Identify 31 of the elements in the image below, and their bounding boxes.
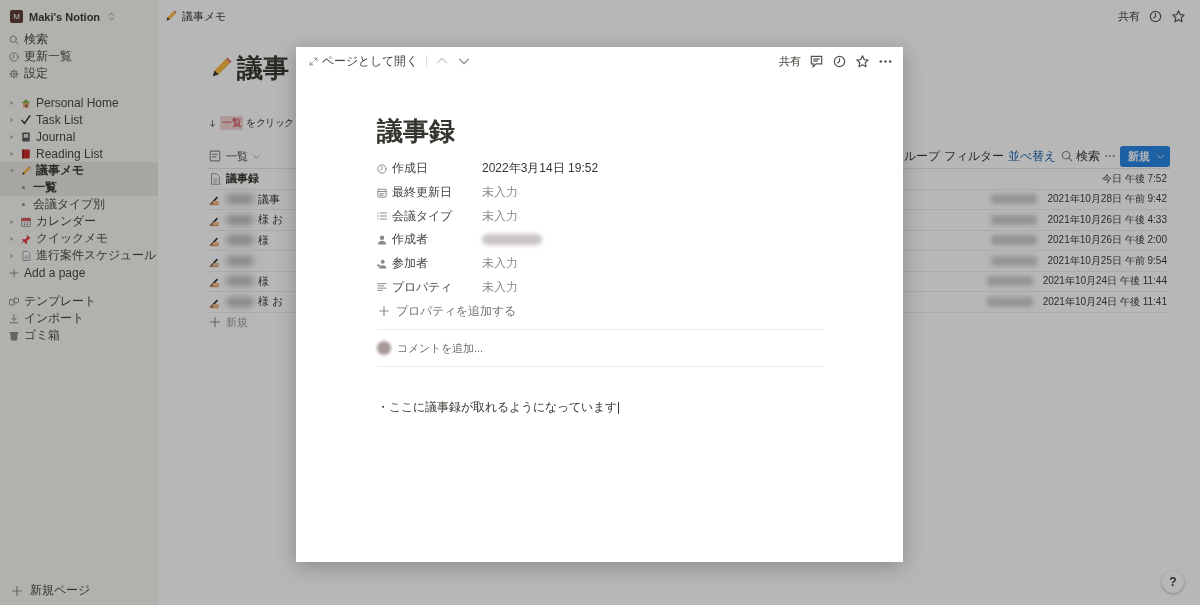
date-cell: 2021年10月28日 午前 9:42 [1047,192,1167,207]
workspace-avatar: M [10,10,23,23]
sidebar-item-label: 更新一覧 [24,48,72,65]
date-cell: 2021年10月26日 午後 4:33 [1047,212,1167,227]
date-cell: 2021年10月24日 午後 11:44 [1042,274,1167,289]
new-page-label: 新規ページ [30,582,90,599]
sidebar-subpage-label: 会議タイプ別 [33,196,105,213]
sidebar-item-label: ゴミ箱 [24,327,60,344]
page-title: 議事 [237,51,289,85]
date-cell: 2021年10月24日 午後 11:41 [1042,294,1167,309]
inline-tag: 一覧 [220,116,243,130]
date-cell: 2021年10月26日 午後 2:00 [1047,233,1167,248]
sidebar-page-label: カレンダー [36,213,96,230]
sidebar-item-label: 検索 [24,31,48,48]
sidebar-page-label: Personal Home [36,95,119,110]
date-cell: 今日 午後 7:52 [1101,171,1167,186]
sidebar-subpage-label: 一覧 [33,179,57,196]
sidebar-page-label: Journal [36,129,76,144]
sidebar-page-label: クイックメモ [36,230,108,247]
date-cell: 2021年10月25日 午前 9:54 [1047,253,1167,268]
sidebar-item-label: テンプレート [24,293,96,310]
sidebar-item-label: 設定 [24,65,48,82]
sidebar-page-label: 議事メモ [36,162,84,179]
breadcrumb-label: 議事メモ [182,8,226,24]
sidebar-page-label: Reading List [36,146,103,161]
workspace-name: Maki's Notion [29,10,101,23]
add-page-label: Add a page [24,265,86,280]
hint-text: をクリック [246,116,294,130]
sidebar-item-label: インポート [24,310,84,327]
sidebar-page-label: Task List [36,112,83,127]
sidebar-page-label: 進行案件スケジュール [36,247,156,264]
